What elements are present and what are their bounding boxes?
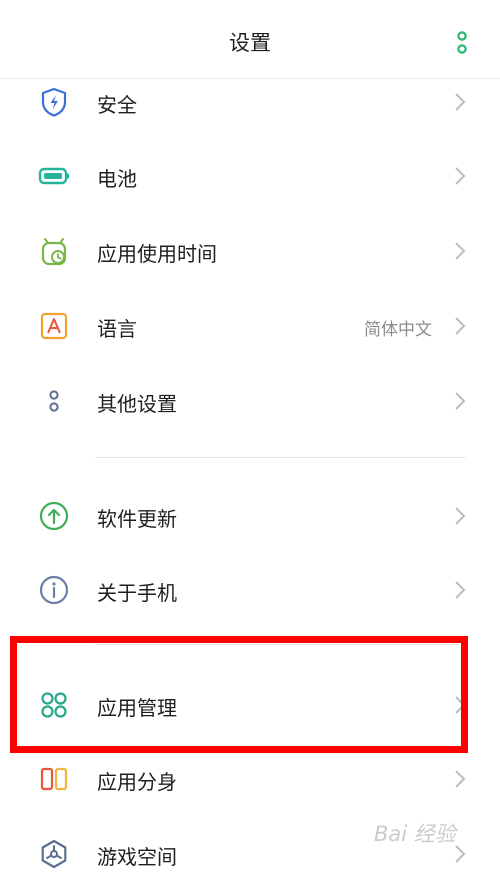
settings-item-label: 软件更新: [97, 507, 177, 531]
settings-item-security[interactable]: 安全: [0, 66, 500, 136]
chevron-right-icon: [455, 770, 466, 788]
watermark: Bai 经验: [374, 822, 456, 846]
settings-item-software-update[interactable]: 软件更新: [0, 480, 500, 550]
highlight-box: [10, 636, 468, 753]
settings-item-value: 简体中文: [364, 320, 432, 340]
more-vertical-icon[interactable]: [452, 28, 472, 58]
chevron-right-icon: [455, 167, 466, 185]
settings-item-label: 电池: [97, 167, 137, 191]
chevron-right-icon: [455, 93, 466, 111]
settings-item-label: 应用使用时间: [97, 242, 217, 266]
game-space-icon: [41, 839, 67, 869]
alarm-clock-icon: [41, 238, 67, 266]
section-divider: [95, 457, 466, 458]
info-icon: [39, 575, 69, 605]
settings-item-label: 游戏空间: [97, 845, 177, 869]
settings-item-language[interactable]: 语言 简体中文: [0, 290, 500, 360]
shield-lightning-icon: [41, 87, 67, 117]
chevron-right-icon: [455, 392, 466, 410]
chevron-right-icon: [455, 317, 466, 335]
page-title: 设置: [229, 31, 271, 55]
settings-item-app-usage-time[interactable]: 应用使用时间: [0, 215, 500, 285]
settings-item-label: 关于手机: [97, 581, 177, 605]
chevron-right-icon: [455, 242, 466, 260]
battery-icon: [38, 167, 69, 185]
settings-item-other-settings[interactable]: 其他设置: [0, 365, 500, 435]
chevron-right-icon: [455, 581, 466, 599]
settings-item-about-phone[interactable]: 关于手机: [0, 554, 500, 624]
chevron-right-icon: [455, 507, 466, 525]
language-a-icon: [40, 312, 68, 340]
settings-item-app-clone[interactable]: 应用分身: [0, 743, 500, 813]
app-clone-icon: [40, 767, 68, 791]
settings-item-battery[interactable]: 电池: [0, 140, 500, 210]
settings-item-label: 其他设置: [97, 392, 177, 416]
settings-item-label: 应用分身: [97, 770, 177, 794]
other-settings-icon: [49, 390, 59, 412]
update-arrow-icon: [39, 501, 69, 531]
settings-item-label: 语言: [97, 317, 137, 341]
settings-item-label: 安全: [97, 93, 137, 117]
